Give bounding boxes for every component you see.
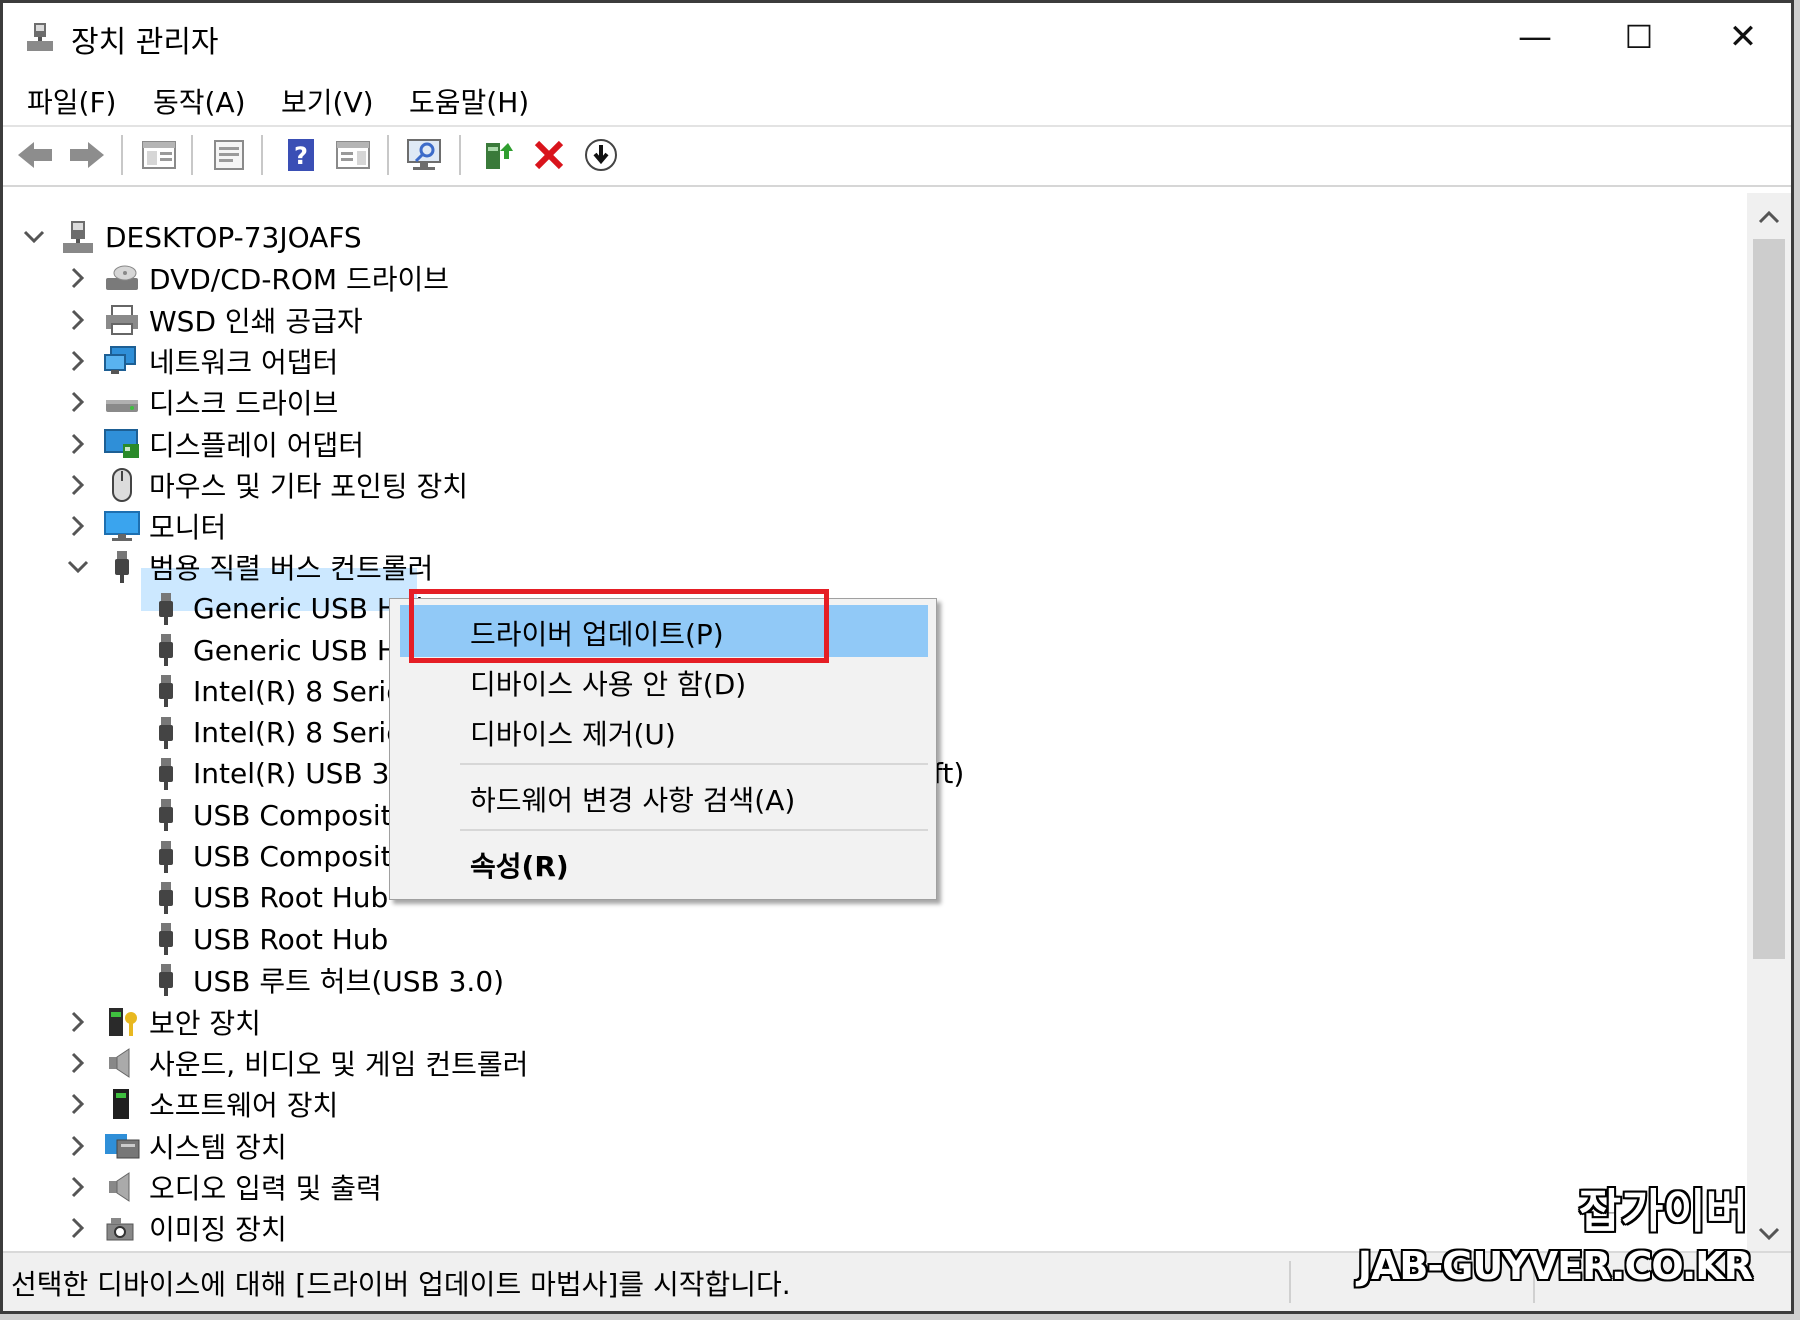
usb-icon: [159, 634, 173, 666]
chevron-right-icon[interactable]: [65, 1091, 91, 1117]
chevron-right-icon[interactable]: [65, 1215, 91, 1241]
status-text: 선택한 디바이스에 대해 [드라이버 업데이트 마법사]를 시작합니다.: [11, 1268, 791, 1301]
tree-category[interactable]: 마우스 및 기타 포인팅 장치: [103, 465, 468, 505]
printer-icon: [106, 304, 138, 335]
software-device-icon: [113, 1089, 129, 1120]
scan-hardware-menu-item[interactable]: 하드웨어 변경 사항 검색(A): [390, 771, 936, 821]
chevron-down-icon[interactable]: [65, 554, 91, 580]
usb-icon: [159, 840, 173, 873]
chevron-right-icon[interactable]: [65, 472, 91, 498]
chevron-right-icon[interactable]: [65, 1174, 91, 1200]
display-adapter-icon: [104, 428, 139, 458]
tree-device[interactable]: USB Composite: [147, 795, 409, 835]
security-device-icon: [109, 1007, 137, 1036]
scroll-up-icon[interactable]: [1757, 209, 1781, 225]
chevron-right-icon[interactable]: [65, 389, 91, 415]
tree-device-tail: ft): [933, 757, 965, 791]
scroll-down-icon[interactable]: [1757, 1226, 1781, 1242]
watermark-url: JAB-GUYVER.CO.KR: [1357, 1244, 1753, 1288]
scrollbar-thumb[interactable]: [1753, 239, 1785, 959]
device-manager-window: 장치 관리자 — ☐ ✕ 파일(F) 동작(A) 보기(V) 도움말(H) ?: [0, 0, 1794, 1314]
mouse-icon: [112, 467, 132, 502]
network-adapter-icon: [104, 345, 136, 374]
tree-category[interactable]: 이미징 장치: [103, 1208, 287, 1248]
tree-category[interactable]: 보안 장치: [103, 1002, 261, 1042]
usb-icon: [159, 592, 173, 625]
tree-category[interactable]: 범용 직렬 버스 컨트롤러: [103, 547, 433, 587]
chevron-right-icon[interactable]: [65, 431, 91, 457]
status-divider: [1289, 1261, 1291, 1303]
tree-device[interactable]: Generic USB Hu: [147, 630, 416, 670]
usb-icon: [159, 881, 173, 914]
usb-icon: [159, 757, 173, 790]
usb-icon: [115, 551, 129, 584]
tree-device[interactable]: USB Composite: [147, 837, 409, 877]
usb-icon: [159, 675, 173, 708]
system-device-icon: [105, 1133, 140, 1159]
chevron-right-icon[interactable]: [65, 348, 91, 374]
monitor-icon: [104, 511, 140, 542]
computer-icon: [63, 221, 93, 253]
properties-menu-item[interactable]: 속성(R): [390, 837, 936, 887]
tree-category[interactable]: 소프트웨어 장치: [103, 1084, 338, 1124]
usb-icon: [159, 799, 173, 832]
chevron-right-icon[interactable]: [65, 307, 91, 333]
dvd-drive-icon: [106, 265, 138, 291]
chevron-down-icon[interactable]: [21, 224, 47, 250]
speaker-icon: [109, 1171, 130, 1202]
tree-category[interactable]: 시스템 장치: [103, 1126, 287, 1166]
usb-icon: [159, 716, 173, 749]
tree-device[interactable]: Intel(R) USB 3.0: [147, 754, 416, 794]
tree-device[interactable]: USB Root Hub: [147, 919, 388, 959]
usb-icon: [159, 964, 173, 997]
tree-device[interactable]: Intel(R) 8 Series: [147, 713, 418, 753]
vertical-scrollbar[interactable]: [1747, 193, 1791, 1258]
speaker-icon: [109, 1048, 130, 1078]
tree-category[interactable]: 모니터: [103, 506, 226, 546]
tree-device[interactable]: USB 루트 허브(USB 3.0): [147, 960, 504, 1000]
annotation-highlight-box: [409, 589, 829, 663]
tree-category[interactable]: 오디오 입력 및 출력: [103, 1167, 382, 1207]
tree-device[interactable]: Intel(R) 8 Series: [147, 671, 418, 711]
context-menu-separator: [460, 829, 928, 831]
tree-device[interactable]: USB Root Hub: [147, 878, 388, 918]
tree-category[interactable]: 네트워크 어댑터: [103, 341, 338, 381]
usb-icon: [159, 923, 173, 956]
camera-icon: [106, 1218, 134, 1241]
tree-category[interactable]: DVD/CD-ROM 드라이브: [103, 258, 449, 298]
uninstall-device-menu-item[interactable]: 디바이스 제거(U): [390, 705, 936, 755]
chevron-right-icon[interactable]: [65, 1009, 91, 1035]
chevron-right-icon[interactable]: [65, 1133, 91, 1159]
tree-category[interactable]: 디스크 드라이브: [103, 382, 338, 422]
tree-root[interactable]: DESKTOP-73JOAFS: [59, 217, 362, 257]
watermark-brand: 잡가이버: [1578, 1184, 1748, 1238]
tree-category[interactable]: WSD 인쇄 공급자: [103, 300, 363, 340]
chevron-right-icon[interactable]: [65, 1050, 91, 1076]
disk-drive-icon: [106, 400, 138, 413]
context-menu-separator: [460, 763, 928, 765]
tree-category[interactable]: 사운드, 비디오 및 게임 컨트롤러: [103, 1043, 528, 1083]
tree-category[interactable]: 디스플레이 어댑터: [103, 424, 364, 464]
chevron-right-icon[interactable]: [65, 265, 91, 291]
chevron-right-icon[interactable]: [65, 513, 91, 539]
